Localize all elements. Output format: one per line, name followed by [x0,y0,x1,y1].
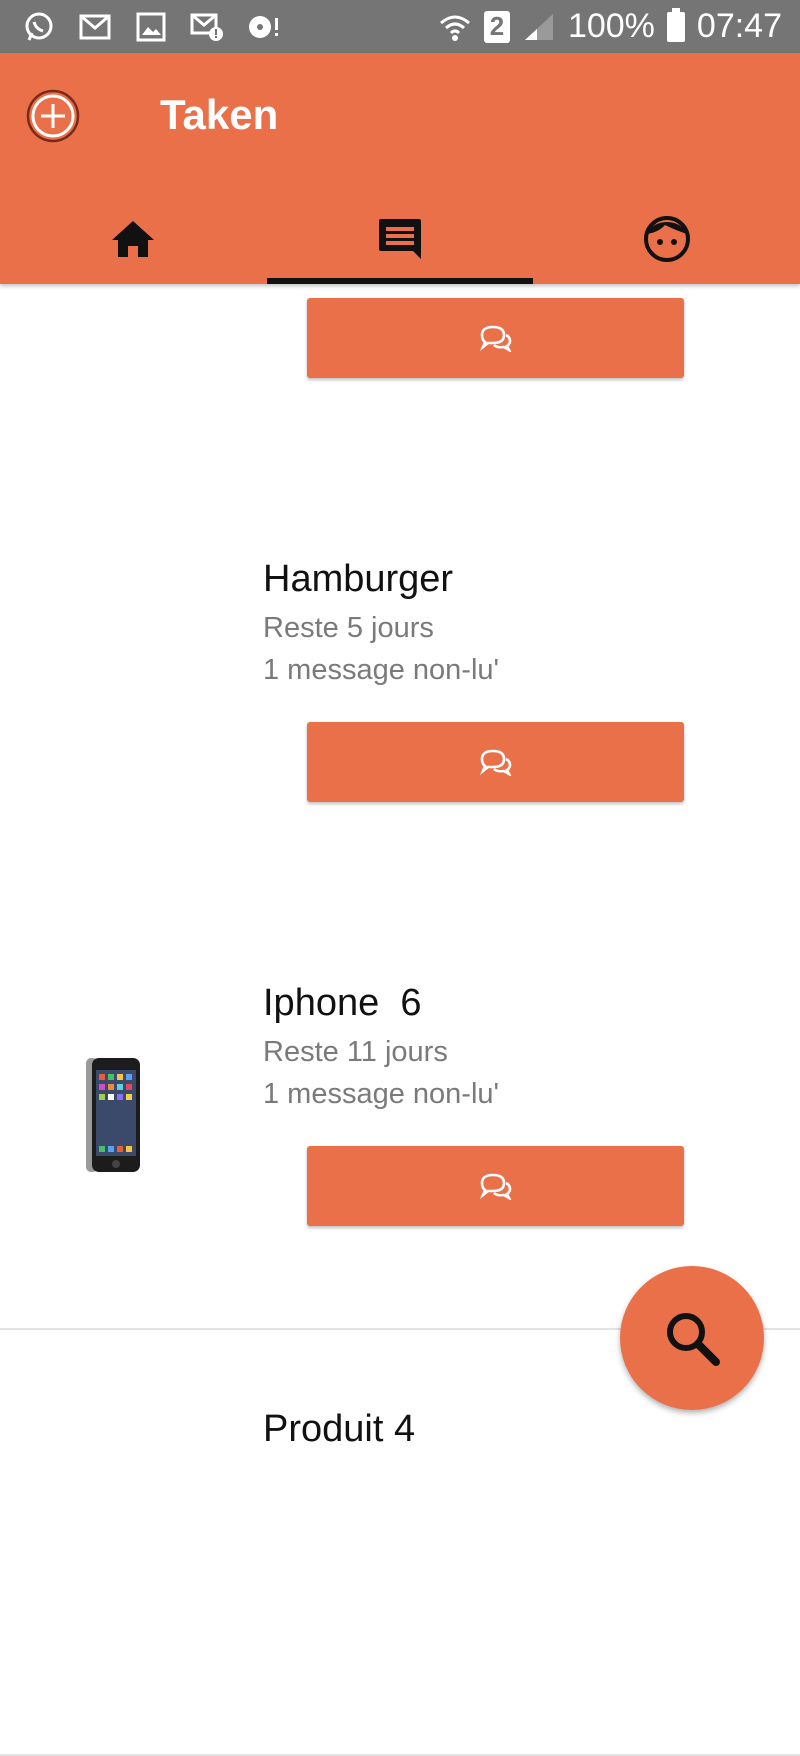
item-title: Produit 4 [263,1408,416,1450]
open-chat-button[interactable] [307,1146,684,1226]
item-remaining: Reste 11 jours [263,1036,448,1068]
app-title: Taken [160,91,279,138]
signal-icon [522,10,556,44]
item-unread: 1 message non-lu' [263,654,500,686]
item-title: Iphone 6 [263,982,422,1024]
add-circle-icon [26,89,80,143]
comments-icon [479,1173,511,1200]
tab-profile[interactable] [533,193,800,284]
chat-icon [379,218,421,259]
home-icon [112,220,155,257]
item-remaining: Reste 5 jours [263,612,434,644]
phone-image-icon [86,1058,140,1172]
open-chat-button[interactable] [307,722,684,802]
mail-alert-icon [190,10,224,44]
whatsapp-icon [22,10,56,44]
profile-icon [643,215,690,262]
media-icon [246,10,280,44]
wifi-icon [438,10,472,44]
tab-home[interactable] [0,193,267,284]
item-title: Hamburger [263,558,454,600]
tab-bar [0,193,800,284]
tab-messages[interactable] [266,193,534,284]
gallery-icon [134,10,168,44]
comments-icon [479,749,511,776]
app-bar: Taken [0,53,800,284]
open-chat-button[interactable] [307,298,684,378]
battery-icon [666,7,685,42]
status-bar: 2 100% 07:47 [0,0,800,53]
search-icon [667,1313,720,1366]
sim-badge: 2 [483,10,510,43]
item-unread: 1 message non-lu' [263,1078,500,1110]
battery-percent: 100% [567,7,655,45]
clock: 07:47 [696,7,782,45]
add-button[interactable] [26,89,80,143]
comments-icon [479,325,511,352]
search-fab[interactable] [620,1266,764,1410]
item-thumbnail [84,1056,142,1174]
mail-icon [78,10,112,44]
list-item[interactable]: Hamburger Reste 5 jours 1 message non-lu… [0,480,800,906]
